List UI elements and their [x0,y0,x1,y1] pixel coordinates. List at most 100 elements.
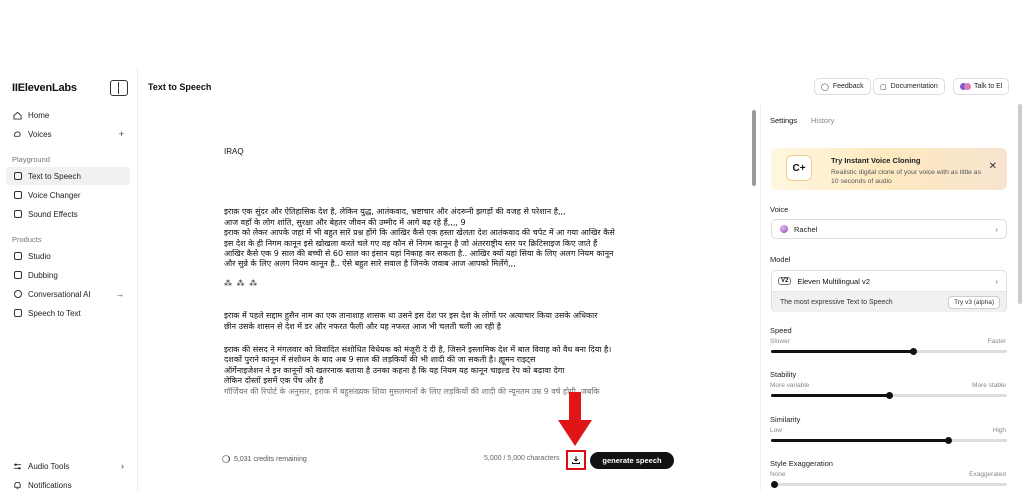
slider-fill [771,350,913,353]
sidebar-item-dubbing[interactable]: Dubbing [6,266,130,284]
try-v3-button[interactable]: Try v3 (alpha) [948,296,1000,309]
book-icon: ▢ [880,83,887,91]
panel-scrollbar[interactable] [1018,104,1022,304]
slider-max-label: Exaggerated [969,471,1006,478]
action-bar: 5,031 credits remaining 5,000 / 5,000 ch… [222,450,676,470]
sidebar-item-home[interactable]: Home [6,106,130,124]
editor-line: इराक को लेकर आपके जहां में भी बहुत सारे … [224,228,615,238]
slider-handle[interactable] [886,392,893,399]
model-select[interactable]: V2 Eleven Multilingual v2 › The most exp… [771,270,1007,312]
logo[interactable]: IIElevenLabs [12,82,77,94]
credits-text: 5,031 credits remaining [234,455,307,463]
editor-line: लेकिन दोस्तों इसमें एक पेंच और है [224,376,324,386]
sidebar-item-voices[interactable]: Voices + [6,125,130,143]
slider-track[interactable] [771,437,1007,444]
slider-track[interactable] [771,481,1007,488]
slider-fill [771,394,889,397]
talk-label: Talk to El [974,83,1003,90]
add-voice-icon[interactable]: + [119,129,124,139]
editor-paragraph-2: इराक में पहले सद्दाम हुसैन नाम का एक तान… [224,311,668,332]
section-playground: Playground [12,155,50,164]
clone-icon: C+ [787,156,811,180]
section-products: Products [12,235,42,244]
slider-min-label: More variable [770,382,810,389]
slider-label: Style Exaggeration [770,459,833,468]
model-row[interactable]: V2 Eleven Multilingual v2 › [772,271,1006,291]
sidebar-toggle-icon[interactable] [110,80,128,96]
slider-label: Stability [770,370,797,379]
talk-to-el-button[interactable]: Talk to El [953,78,1010,95]
editor-line: आखिर कैसे एक 9 साल की बच्ची से 60 साल का… [224,249,614,259]
sidebar-item-text-to-speech[interactable]: Text to Speech [6,167,130,185]
chevron-right-icon: › [995,224,998,234]
slider-handle[interactable] [909,348,917,355]
chevron-right-icon: › [995,276,998,286]
sidebar-item-audio-tools[interactable]: Audio Tools › [6,457,130,475]
sidebar-item-label: Studio [28,251,51,261]
text-editor[interactable]: IRAQ इराक़ एक सुंदर और ऐतिहासिक देश है, … [224,147,668,406]
slider-max-label: More stable [972,382,1006,389]
sidebar-item-sound-effects[interactable]: Sound Effects [6,205,130,223]
conversational-ai-icon [13,290,22,299]
editor-line: ऑर्गेनाइजेशन ने इन कानूनों को खतरनाक बता… [224,365,565,375]
bell-icon [13,481,22,490]
promo-title: Try Instant Voice Cloning [831,156,921,165]
chevron-right-icon: › [121,461,124,471]
editor-line: आज वहाँ के लोग शांति, सुरक्षा और बेहतर ज… [224,217,466,227]
close-icon[interactable]: ✕ [989,161,997,172]
slider-handle[interactable] [945,437,952,444]
audio-tools-icon [13,462,22,471]
editor-line: और सुन्ने के लिए अलग नियम कानून है.. ऐसे… [224,259,516,269]
editor-line: इराक में पहले सद्दाम हुसैन नाम का एक तान… [224,311,598,321]
sidebar-item-speech-to-text[interactable]: Speech to Text [6,304,130,322]
slider-track[interactable] [771,392,1007,399]
generate-speech-button[interactable]: generate speech [590,452,674,469]
slider-label: Similarity [770,415,801,424]
credits-ring-icon [222,455,230,463]
slider-max-label: High [992,427,1006,434]
download-icon [572,456,580,464]
sidebar-item-label: Sound Effects [28,209,78,219]
sidebar-item-voice-changer[interactable]: Voice Changer [6,186,130,204]
tab-history[interactable]: History [811,116,834,125]
voice-value: Rachel [794,224,818,234]
slider-handle[interactable] [771,481,778,488]
settings-panel: Settings History C+ Try Instant Voice Cl… [760,104,1016,490]
voice-select[interactable]: Rachel › [771,219,1007,239]
arrow-right-icon: → [115,289,124,299]
sidebar-item-notifications[interactable]: Notifications [6,476,130,490]
sound-effects-icon [13,210,22,219]
separator-stars: ⁂ ⁂ ⁂ [224,278,259,288]
voice-cloning-promo[interactable]: C+ Try Instant Voice Cloning Realistic d… [771,148,1007,190]
slider-min-label: Slower [770,338,790,345]
slider-label: Speed [770,326,792,335]
home-icon [13,111,22,120]
feedback-button[interactable]: ◯ Feedback [814,78,871,95]
slider-fill [771,439,948,442]
documentation-label: Documentation [890,83,938,90]
editor-line: इराक की संसद ने मंगलवार को विवादित संशोध… [224,345,612,355]
editor-title: IRAQ [224,147,244,156]
sidebar-item-label: Voice Changer [28,190,81,200]
chat-icon: ◯ [821,83,829,91]
model-tagline-row: The most expressive Text to Speech Try v… [772,291,1006,312]
download-button[interactable] [566,450,586,470]
documentation-button[interactable]: ▢ Documentation [873,78,945,95]
sidebar-item-label: Speech to Text [28,308,81,318]
sidebar: IIElevenLabs Home Voices + Playground Te… [0,68,138,490]
sidebar-item-conversational-ai[interactable]: Conversational AI → [6,285,130,303]
feedback-label: Feedback [832,83,864,90]
red-arrow-annotation [558,392,592,446]
sidebar-item-label: Audio Tools [28,461,70,471]
editor-scrollbar[interactable] [752,110,756,186]
sidebar-item-studio[interactable]: Studio [6,247,130,265]
sidebar-item-label: Text to Speech [28,171,81,181]
promo-subtitle: Realistic digital clone of your voice wi… [831,169,981,185]
editor-paragraph-3: इराक की संसद ने मंगलवार को विवादित संशोध… [224,345,668,397]
sidebar-item-label: Voices [28,129,52,139]
model-badge: V2 [778,277,792,285]
editor-line: गॉर्जियन की रिपोर्ट के अनुसार, इराक में … [224,386,600,396]
tab-settings[interactable]: Settings [770,116,797,125]
voice-changer-icon [13,191,22,200]
slider-track[interactable] [771,348,1007,355]
